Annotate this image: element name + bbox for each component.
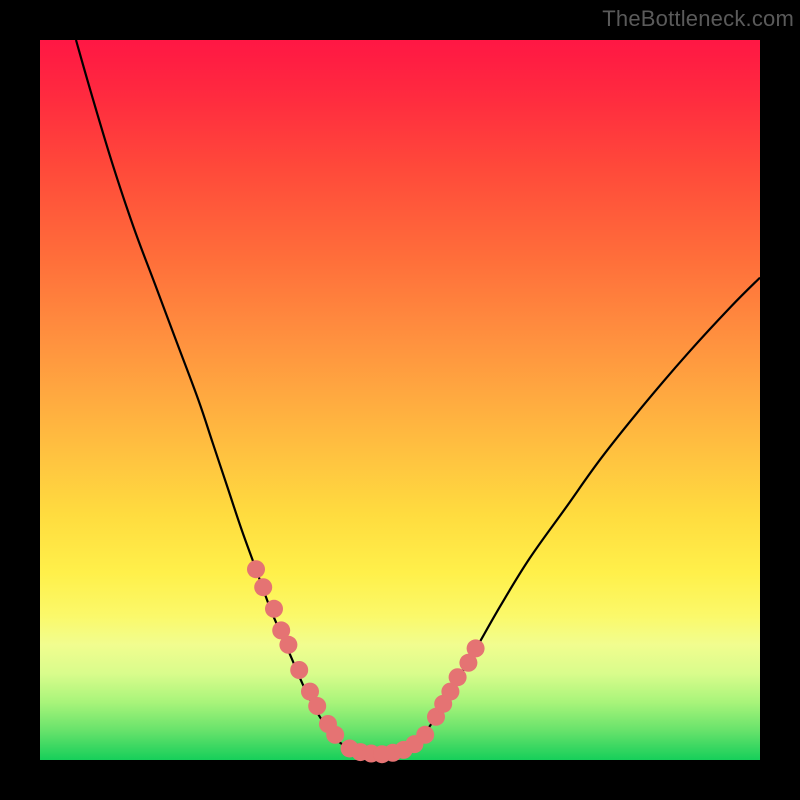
highlight-dot <box>416 726 434 744</box>
highlight-dot <box>265 600 283 618</box>
curve-layer <box>40 40 760 760</box>
highlight-dot <box>326 726 344 744</box>
highlight-dot <box>279 636 297 654</box>
highlight-dot <box>247 560 265 578</box>
highlight-dot <box>254 578 272 596</box>
watermark-text: TheBottleneck.com <box>602 6 794 32</box>
highlight-dot <box>467 639 485 657</box>
chart-frame: TheBottleneck.com <box>0 0 800 800</box>
curve-left-branch <box>76 40 346 747</box>
highlight-dot <box>290 661 308 679</box>
highlight-dot <box>308 697 326 715</box>
highlight-dot <box>449 668 467 686</box>
plot-area <box>40 40 760 760</box>
highlight-dots-group <box>247 560 485 763</box>
